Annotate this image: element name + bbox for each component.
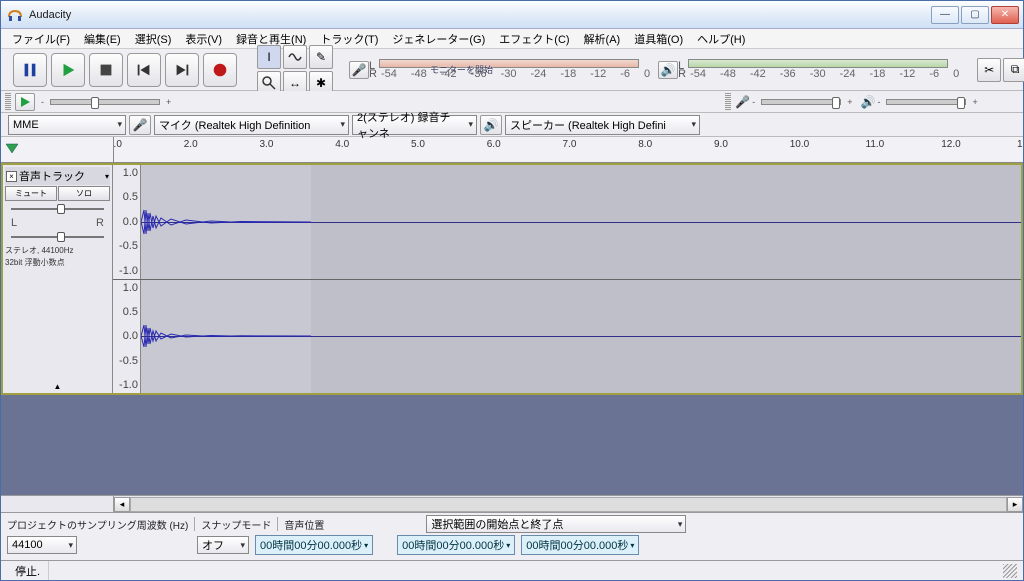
- track-menu-button[interactable]: ▾: [105, 172, 109, 181]
- recording-meter[interactable]: モニターを開始: [379, 59, 639, 68]
- audio-track: × 音声トラック ▾ ミュート ソロ LR ステレオ, 44100Hz 32bi…: [1, 163, 1023, 395]
- play-button[interactable]: [51, 53, 85, 87]
- channel-right[interactable]: 1.00.50.0-0.5-1.0: [113, 280, 1021, 394]
- audio-position-field[interactable]: 00時間00分00.000秒▾: [255, 535, 373, 555]
- selection-end-field[interactable]: 00時間00分00.000秒▾: [521, 535, 639, 555]
- mic-icon: 🎤: [735, 95, 750, 109]
- app-icon: [7, 7, 23, 23]
- skip-start-button[interactable]: [127, 53, 161, 87]
- track-name[interactable]: 音声トラック: [19, 168, 103, 184]
- maximize-button[interactable]: ▢: [961, 6, 989, 24]
- status-bar: 停止.: [1, 560, 1023, 580]
- mute-button[interactable]: ミュート: [5, 186, 57, 201]
- selection-tool[interactable]: I: [257, 45, 281, 69]
- record-button[interactable]: [203, 53, 237, 87]
- project-rate-combo[interactable]: 44100: [7, 536, 77, 554]
- menu-item[interactable]: 解析(A): [577, 29, 628, 49]
- menu-item[interactable]: ファイル(F): [5, 29, 77, 49]
- timeline-ruler[interactable]: 1.02.03.04.05.06.07.08.09.010.011.012.01…: [1, 137, 1023, 163]
- waveform-canvas[interactable]: [141, 165, 1021, 279]
- menu-item[interactable]: ヘルプ(H): [690, 29, 752, 49]
- pause-button[interactable]: [13, 53, 47, 87]
- output-device-combo[interactable]: スピーカー (Realtek High Defini: [505, 115, 700, 135]
- draw-tool[interactable]: ✎: [309, 45, 333, 69]
- minimize-button[interactable]: —: [931, 6, 959, 24]
- menubar: ファイル(F)編集(E)選択(S)表示(V)録音と再生(N)トラック(T)ジェネ…: [1, 29, 1023, 49]
- track-control-panel: × 音声トラック ▾ ミュート ソロ LR ステレオ, 44100Hz 32bi…: [3, 165, 113, 393]
- empty-track-area[interactable]: [1, 395, 1023, 495]
- scrub-toolbar: - + 🎤 - + 🔊 - +: [1, 91, 1023, 113]
- menu-item[interactable]: ジェネレーター(G): [385, 29, 492, 49]
- track-waveforms: 1.00.50.0-0.5-1.0 1.00.50.0-0.5-1.0: [113, 165, 1021, 393]
- track-close-button[interactable]: ×: [6, 171, 17, 182]
- output-device-speaker-icon: 🔊: [480, 115, 502, 135]
- audacity-window: Audacity — ▢ ✕ ファイル(F)編集(E)選択(S)表示(V)録音と…: [0, 0, 1024, 581]
- main-toolbar: I ✎ ↔ ✱ 🎤 LR モニターを開始 -54-48-42-36-30-24-…: [1, 49, 1023, 91]
- snap-label: スナップモード: [201, 517, 271, 532]
- toolbar-grip[interactable]: [725, 93, 731, 111]
- edit-buttons: ✂ ⧉ 📋 ⇥⇤ ⎚ ↶ ↷ 🔍+ 🔍- ⇔ ⇕ ⤢: [975, 56, 1024, 84]
- toolbar-grip[interactable]: [5, 93, 11, 111]
- track-format2: 32bit 浮動小数点: [5, 257, 110, 268]
- close-button[interactable]: ✕: [991, 6, 1019, 24]
- rec-meter-mic-icon[interactable]: 🎤: [349, 61, 369, 79]
- recording-volume-slider[interactable]: [761, 99, 841, 105]
- audio-host-combo[interactable]: MME: [8, 115, 126, 135]
- status-text: 停止.: [7, 561, 49, 580]
- channel-left[interactable]: 1.00.50.0-0.5-1.0: [113, 165, 1021, 280]
- resize-grip[interactable]: [1003, 564, 1017, 578]
- waveform-canvas[interactable]: [141, 280, 1021, 394]
- gain-slider[interactable]: [11, 204, 104, 214]
- playback-meter[interactable]: [688, 59, 948, 68]
- selection-range-mode-combo[interactable]: 選択範囲の開始点と終了点: [426, 515, 686, 533]
- speaker-icon: 🔊: [860, 95, 875, 109]
- playback-speed-slider[interactable]: [50, 99, 160, 105]
- cut-button[interactable]: ✂: [977, 58, 1001, 82]
- menu-item[interactable]: 編集(E): [77, 29, 128, 49]
- audio-position-label: 音声位置: [284, 517, 324, 532]
- titlebar: Audacity — ▢ ✕: [1, 1, 1023, 29]
- tools-grid: I ✎ ↔ ✱: [255, 43, 335, 97]
- copy-button[interactable]: ⧉: [1003, 58, 1024, 82]
- stop-button[interactable]: [89, 53, 123, 87]
- horizontal-scrollbar: ◂ ▸: [1, 495, 1023, 512]
- selection-start-field[interactable]: 00時間00分00.000秒▾: [397, 535, 515, 555]
- snap-combo[interactable]: オフ: [197, 536, 249, 554]
- transport-controls: [9, 51, 241, 89]
- playback-volume-slider[interactable]: [886, 99, 966, 105]
- skip-end-button[interactable]: [165, 53, 199, 87]
- tracks-area: × 音声トラック ▾ ミュート ソロ LR ステレオ, 44100Hz 32bi…: [1, 163, 1023, 495]
- envelope-tool[interactable]: [283, 45, 307, 69]
- menu-item[interactable]: 選択(S): [128, 29, 179, 49]
- track-format: ステレオ, 44100Hz: [5, 245, 110, 256]
- selection-toolbar: プロジェクトのサンプリング周波数 (Hz) スナップモード 音声位置 選択範囲の…: [1, 512, 1023, 560]
- track-collapse-button[interactable]: ▲: [5, 382, 110, 391]
- input-device-combo[interactable]: マイク (Realtek High Definition: [154, 115, 349, 135]
- menu-item[interactable]: エフェクト(C): [492, 29, 576, 49]
- playhead-pin-icon[interactable]: [5, 143, 19, 157]
- pan-slider[interactable]: [11, 232, 104, 242]
- input-device-mic-icon: 🎤: [129, 115, 151, 135]
- device-toolbar: MME 🎤 マイク (Realtek High Definition 2(ステレ…: [1, 113, 1023, 137]
- play-at-speed-button[interactable]: [15, 93, 35, 111]
- input-channels-combo[interactable]: 2(ステレオ) 録音チャンネ: [352, 115, 477, 135]
- project-rate-label: プロジェクトのサンプリング周波数 (Hz): [7, 517, 188, 532]
- menu-item[interactable]: 道具箱(O): [627, 29, 690, 49]
- scroll-track[interactable]: [130, 497, 1007, 512]
- play-meter-speaker-icon[interactable]: 🔊: [658, 61, 678, 79]
- menu-item[interactable]: 表示(V): [178, 29, 229, 49]
- scroll-left-button[interactable]: ◂: [114, 497, 130, 512]
- window-title: Audacity: [29, 9, 931, 21]
- solo-button[interactable]: ソロ: [58, 186, 110, 201]
- scroll-right-button[interactable]: ▸: [1007, 497, 1023, 512]
